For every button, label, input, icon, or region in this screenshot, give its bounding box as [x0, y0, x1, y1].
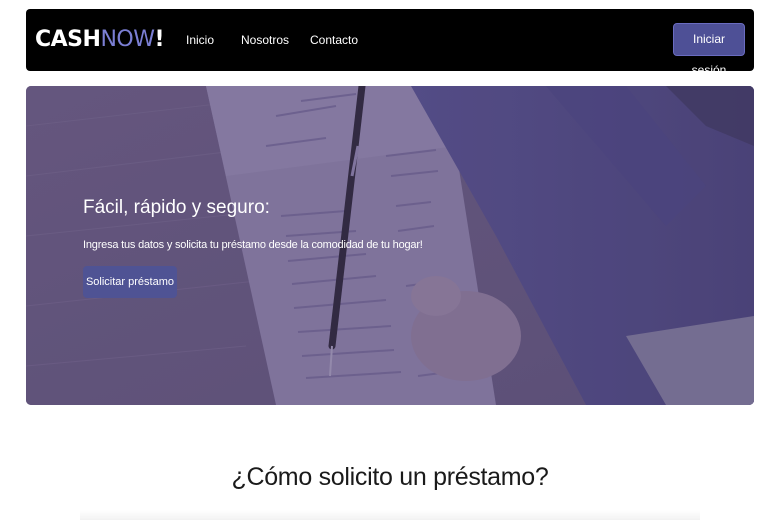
hero-subtitle: Ingresa tus datos y solicita tu préstamo… — [83, 239, 423, 251]
brand-logo[interactable]: CASHNOW! — [35, 26, 164, 54]
nav-link-contacto[interactable]: Contacto — [310, 33, 358, 47]
brand-logo-part-exclamation: ! — [154, 27, 165, 52]
login-button[interactable]: Iniciar sesión — [673, 23, 745, 77]
hero-title: Fácil, rápido y seguro: — [83, 197, 270, 218]
hero-banner: Fácil, rápido y seguro: Ingresa tus dato… — [26, 86, 754, 405]
nav-link-nosotros[interactable]: Nosotros — [241, 33, 289, 47]
section-title: ¿Cómo solicito un préstamo? — [231, 463, 549, 491]
card-shadow-edge — [80, 510, 700, 520]
navbar: CASHNOW! Inicio Nosotros Contacto Inicia… — [26, 9, 754, 77]
brand-logo-part-cash: CASH — [35, 27, 101, 52]
brand-logo-part-now: NOW — [100, 27, 155, 52]
request-loan-button[interactable]: Solicitar préstamo — [83, 266, 177, 298]
nav-link-inicio[interactable]: Inicio — [186, 33, 214, 47]
